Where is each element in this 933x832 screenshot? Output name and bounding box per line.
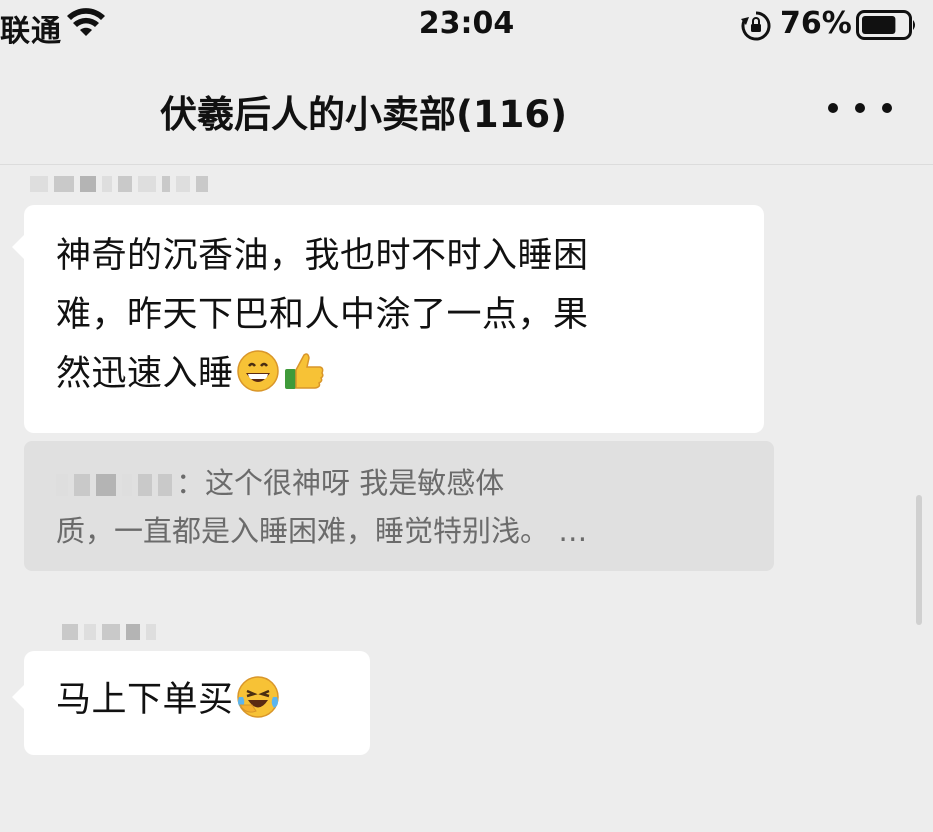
- battery-icon: [856, 10, 915, 40]
- message-line-with-emoji: 然迅速入睡: [56, 345, 734, 404]
- message-line: 难，昨天下巴和人中涂了一点，果: [56, 295, 589, 335]
- message-bubble[interactable]: 马上下单买: [12, 651, 370, 755]
- sender-name-blurred: [30, 173, 208, 195]
- rotation-lock-icon: [741, 11, 771, 41]
- quote-text: 这个很神呀 我是敏感体: [205, 466, 505, 500]
- quote-author-blurred: [56, 474, 172, 496]
- message-line: 然迅速入睡: [56, 354, 234, 394]
- message-text: 马上下单买: [56, 680, 234, 720]
- scrollbar[interactable]: [916, 495, 922, 625]
- more-button[interactable]: [828, 86, 892, 130]
- sender-name-blurred: [62, 621, 156, 643]
- more-dots-icon: [882, 103, 892, 113]
- laughing-crying-face-icon: [236, 676, 279, 718]
- chat-title: 伏羲后人的小卖部(116): [160, 93, 568, 136]
- quote-separator: ：: [176, 466, 206, 500]
- quote-line-2: 质，一直都是入睡困难，睡觉特别浅。 …: [56, 514, 588, 548]
- status-bar: 联通 23:04 76%: [0, 0, 933, 56]
- grinning-face-icon: [236, 350, 279, 392]
- thumbs-up-icon: [284, 353, 324, 389]
- message-bubble[interactable]: 神奇的沉香油，我也时不时入睡困 难，昨天下巴和人中涂了一点，果 然迅速入睡: [12, 205, 764, 433]
- quote-line-1: ：这个很神呀 我是敏感体: [56, 459, 750, 507]
- battery-percent: 76%: [780, 6, 852, 41]
- chat-area[interactable]: 神奇的沉香油，我也时不时入睡困 难，昨天下巴和人中涂了一点，果 然迅速入睡 ：这…: [0, 165, 933, 832]
- more-dots-icon: [828, 103, 838, 113]
- nav-bar: 伏羲后人的小卖部(116): [0, 56, 933, 165]
- message-line: 神奇的沉香油，我也时不时入睡困: [56, 236, 589, 276]
- quoted-message[interactable]: ：这个很神呀 我是敏感体 质，一直都是入睡困难，睡觉特别浅。 …: [24, 441, 774, 571]
- more-dots-icon: [855, 103, 865, 113]
